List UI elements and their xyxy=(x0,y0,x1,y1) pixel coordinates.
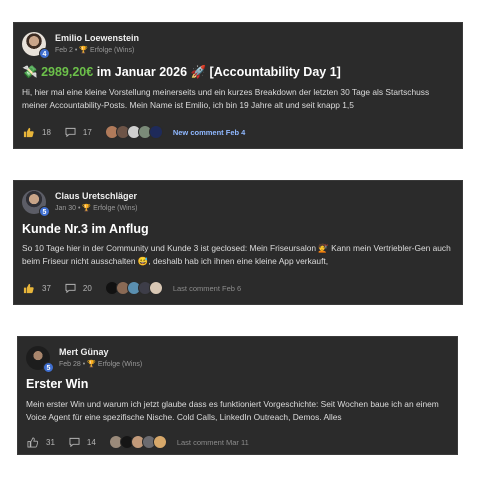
meta-separator: • xyxy=(77,205,81,212)
author-block: Claus Uretschläger Jan 30 • 🏆 Erfolge (W… xyxy=(55,190,137,214)
post-footer: 31 14 Last comment Mar 11 xyxy=(27,435,249,449)
comment-icon[interactable] xyxy=(65,283,76,293)
avatar[interactable]: 5 xyxy=(26,346,54,373)
post-footer: 37 20 Last comment Feb 6 xyxy=(23,281,241,295)
title-amount: 2989,20€ xyxy=(41,65,94,79)
commenter-avatars[interactable] xyxy=(108,435,167,449)
author-name[interactable]: Mert Günay xyxy=(59,347,142,358)
avatar[interactable]: 4 xyxy=(22,32,50,59)
post-category[interactable]: Erfolge (Wins) xyxy=(98,361,142,368)
author-name[interactable]: Emilio Loewenstein xyxy=(55,33,139,44)
like-count: 18 xyxy=(42,127,51,137)
meta-separator: • xyxy=(82,361,86,368)
like-count: 37 xyxy=(42,283,51,293)
last-comment[interactable]: New comment Feb 4 xyxy=(173,128,246,137)
thumbs-up-icon[interactable] xyxy=(23,127,34,138)
commenter-avatars[interactable] xyxy=(104,281,163,295)
post-date: Feb 28 xyxy=(59,361,81,368)
post-title[interactable]: Erster Win xyxy=(26,377,88,391)
post-category[interactable]: Erfolge (Wins) xyxy=(90,47,134,54)
post-title[interactable]: 💸 2989,20€ im Januar 2026 🚀 [Accountabil… xyxy=(22,65,341,80)
post-header: 5 Mert Günay Feb 28 • 🏆 Erfolge (Wins) xyxy=(26,346,142,373)
level-badge: 5 xyxy=(39,206,50,217)
post-body[interactable]: Hi, hier mal eine kleine Vorstellung mei… xyxy=(22,86,454,112)
post-header: 4 Emilio Loewenstein Feb 2 • 🏆 Erfolge (… xyxy=(22,32,139,59)
like-count: 31 xyxy=(46,437,55,447)
trophy-icon: 🏆 xyxy=(79,47,88,54)
post-category[interactable]: Erfolge (Wins) xyxy=(93,205,137,212)
post-meta: Feb 28 • 🏆 Erfolge (Wins) xyxy=(59,359,142,370)
avatar[interactable]: 5 xyxy=(22,190,50,217)
post-meta: Feb 2 • 🏆 Erfolge (Wins) xyxy=(55,45,139,56)
comment-count: 17 xyxy=(82,127,92,137)
commenter-avatar xyxy=(148,281,163,295)
post-body[interactable]: Mein erster Win und warum ich jetzt glau… xyxy=(26,398,449,424)
post-card[interactable]: 5 Claus Uretschläger Jan 30 • 🏆 Erfolge … xyxy=(13,180,463,305)
post-title[interactable]: Kunde Nr.3 im Anflug xyxy=(22,222,149,236)
commenter-avatar xyxy=(152,435,167,449)
commenter-avatars[interactable] xyxy=(104,125,163,139)
level-badge: 4 xyxy=(39,48,50,59)
comment-count: 14 xyxy=(86,437,96,447)
comment-icon[interactable] xyxy=(65,127,76,137)
last-comment[interactable]: Last comment Mar 11 xyxy=(177,438,249,447)
thumbs-up-icon[interactable] xyxy=(27,437,38,448)
author-block: Mert Günay Feb 28 • 🏆 Erfolge (Wins) xyxy=(59,346,142,370)
post-footer: 18 17 New comment Feb 4 xyxy=(23,125,245,139)
author-block: Emilio Loewenstein Feb 2 • 🏆 Erfolge (Wi… xyxy=(55,32,139,56)
post-header: 5 Claus Uretschläger Jan 30 • 🏆 Erfolge … xyxy=(22,190,137,217)
comment-count: 20 xyxy=(82,283,92,293)
last-comment[interactable]: Last comment Feb 6 xyxy=(173,284,241,293)
post-date: Jan 30 xyxy=(55,205,77,212)
post-card[interactable]: 5 Mert Günay Feb 28 • 🏆 Erfolge (Wins) E… xyxy=(17,336,458,455)
money-icon: 💸 xyxy=(22,65,38,79)
title-text: im Januar 2026 🚀 [Accountability Day 1] xyxy=(96,65,341,79)
comment-icon[interactable] xyxy=(69,437,80,447)
trophy-icon: 🏆 xyxy=(87,361,96,368)
commenter-avatar xyxy=(148,125,163,139)
post-meta: Jan 30 • 🏆 Erfolge (Wins) xyxy=(55,203,137,214)
author-name[interactable]: Claus Uretschläger xyxy=(55,191,137,202)
meta-separator: • xyxy=(74,47,78,54)
post-card[interactable]: 4 Emilio Loewenstein Feb 2 • 🏆 Erfolge (… xyxy=(13,22,463,149)
post-body[interactable]: So 10 Tage hier in der Community und Kun… xyxy=(22,242,454,268)
thumbs-up-icon[interactable] xyxy=(23,283,34,294)
level-badge: 5 xyxy=(43,362,54,373)
trophy-icon: 🏆 xyxy=(82,205,92,212)
post-date: Feb 2 xyxy=(55,47,73,54)
